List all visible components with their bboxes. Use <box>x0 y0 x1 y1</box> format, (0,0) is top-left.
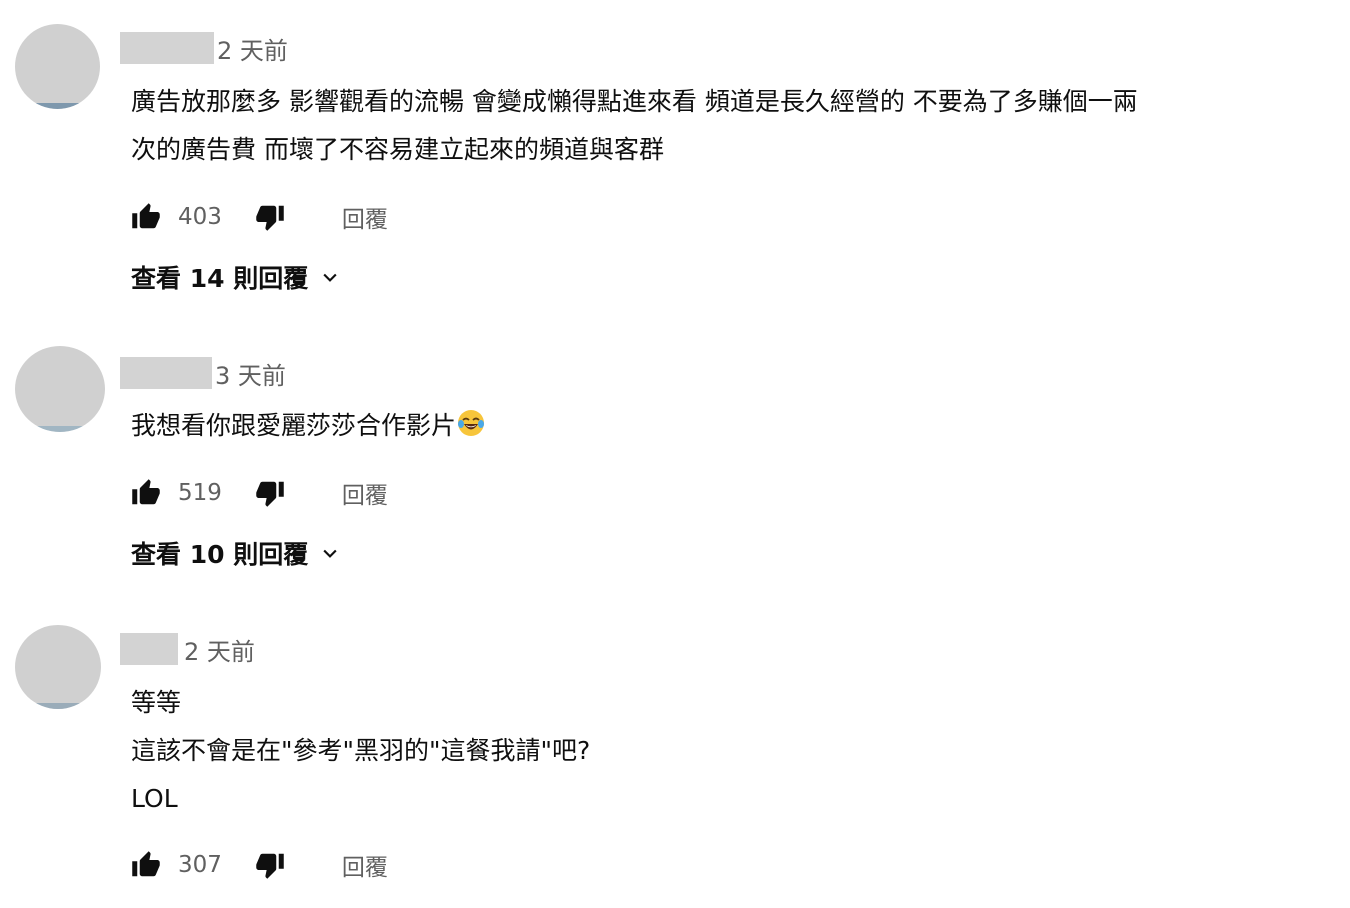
chevron-down-icon <box>320 543 340 563</box>
comment-text-line: 廣告放那麼多 影響觀看的流暢 會變成懶得點進來看 頻道是長久經營的 不要為了多賺… <box>131 87 1138 116</box>
thumbs-up-icon <box>132 479 160 505</box>
comment-text-line: 次的廣告費 而壞了不容易建立起來的頻道與客群 <box>131 135 664 164</box>
view-replies-button[interactable]: 查看 10 則回覆 <box>131 533 340 573</box>
comment-header: 2 天前 <box>120 31 288 65</box>
view-replies-button[interactable]: 查看 14 則回覆 <box>131 257 340 297</box>
reply-button[interactable]: 回覆 <box>342 848 388 882</box>
dislike-button[interactable] <box>254 201 286 233</box>
comment-actions: 403 回覆 <box>130 197 388 237</box>
chevron-down-icon <box>320 267 340 287</box>
comment-timestamp[interactable]: 3 天前 <box>215 356 286 391</box>
avatar[interactable] <box>15 24 100 109</box>
comment-actions: 519 回覆 <box>130 473 388 513</box>
comment-timestamp[interactable]: 2 天前 <box>184 632 255 667</box>
like-button[interactable] <box>130 849 162 881</box>
thumbs-down-icon <box>256 481 284 507</box>
author-name-redacted[interactable] <box>120 32 214 64</box>
comment-timestamp[interactable]: 2 天前 <box>217 31 288 66</box>
comment-header: 2 天前 <box>120 632 255 666</box>
view-replies-label: 查看 14 則回覆 <box>131 264 309 293</box>
like-count: 519 <box>178 480 222 506</box>
avatar[interactable] <box>15 625 101 709</box>
like-button[interactable] <box>130 477 162 509</box>
reply-button[interactable]: 回覆 <box>342 200 388 234</box>
comment-text-line: 等等 <box>131 688 182 717</box>
author-name-redacted[interactable] <box>120 633 178 665</box>
comment-header: 3 天前 <box>120 356 286 390</box>
comment-text: 我想看你跟愛麗莎莎合作影片 <box>131 411 457 440</box>
comment-actions: 307 回覆 <box>130 845 388 885</box>
view-replies-label: 查看 10 則回覆 <box>131 540 309 569</box>
thumbs-up-icon <box>132 203 160 229</box>
comment-text-line: 這該不會是在"參考"黑羽的"這餐我請"吧? <box>131 736 591 765</box>
thumbs-up-icon <box>132 851 160 877</box>
like-button[interactable] <box>130 201 162 233</box>
comment-text-line: LOL <box>131 784 178 813</box>
comment-text-line: 我想看你跟愛麗莎莎合作影片 <box>131 402 485 453</box>
like-count: 403 <box>178 204 222 230</box>
dislike-button[interactable] <box>254 477 286 509</box>
avatar[interactable] <box>15 346 105 432</box>
reply-button[interactable]: 回覆 <box>342 476 388 510</box>
dislike-button[interactable] <box>254 849 286 881</box>
thumbs-down-icon <box>256 853 284 879</box>
like-count: 307 <box>178 852 222 878</box>
face-with-tears-of-joy-emoji <box>457 405 485 453</box>
author-name-redacted[interactable] <box>120 357 212 389</box>
thumbs-down-icon <box>256 205 284 231</box>
